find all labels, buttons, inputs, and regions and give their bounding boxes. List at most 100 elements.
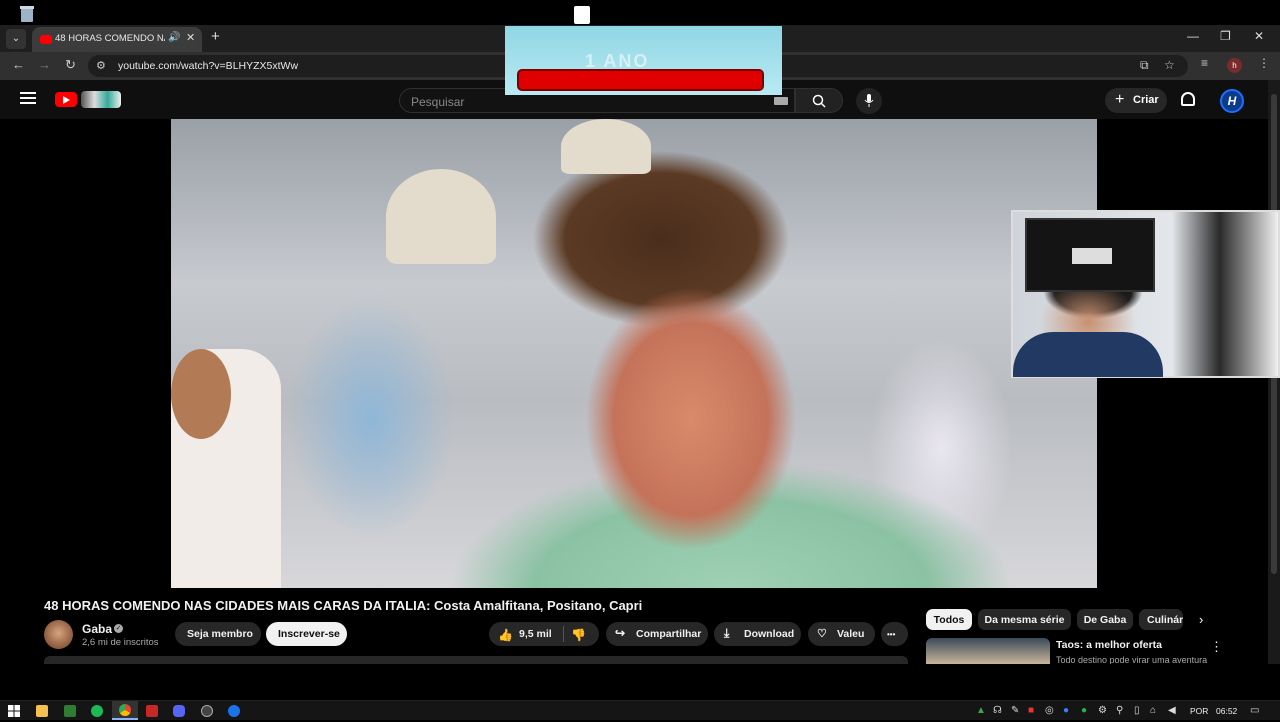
lamp-shade-right (561, 119, 651, 174)
windows-taskbar: ▲ ☊ ✎ ■ ◎ ● ● ⚙ ⚲ ▯ ⌂ ◀ POR 06:52 ▭ (0, 700, 1280, 720)
webcam-overlay (1011, 210, 1280, 378)
more-actions-button[interactable]: ••• (881, 622, 908, 646)
voice-search-button[interactable] (856, 88, 882, 114)
chip-from-channel-label: De Gaba (1083, 614, 1127, 626)
browser-tab-active[interactable]: 48 HORAS COMENDO NAS CIDADES MAIS CARAS … (32, 27, 202, 52)
share-label: Compartilhar (636, 628, 702, 640)
new-tab-button[interactable]: + (211, 28, 220, 45)
video-frame[interactable] (171, 119, 1097, 588)
user-avatar[interactable]: H (1220, 89, 1244, 113)
subscribe-button[interactable]: Inscrever-se (266, 622, 347, 646)
profile-avatar[interactable]: h (1227, 58, 1242, 73)
notification-center-icon[interactable]: ▭ (1250, 705, 1259, 716)
thumbs-up-icon[interactable]: 👍 (498, 628, 513, 642)
thanks-label: Valeu (837, 628, 865, 640)
tab-close-icon[interactable]: ✕ (186, 31, 195, 44)
discord-icon[interactable] (173, 705, 185, 717)
tray-nvidia-icon[interactable]: ▲ (976, 705, 986, 716)
tray-volume-icon[interactable]: ◀ (1168, 705, 1176, 716)
microphone-icon (864, 94, 874, 107)
tv-screen (1072, 248, 1112, 264)
like-count[interactable]: 9,5 mil (519, 628, 552, 640)
channel-name[interactable]: Gaba (82, 622, 112, 636)
thumbs-down-icon[interactable]: 👎 (571, 628, 586, 642)
youtube-favicon-icon (40, 35, 52, 44)
keyboard-icon[interactable] (774, 97, 788, 105)
video-title: 48 HORAS COMENDO NAS CIDADES MAIS CARAS … (44, 598, 643, 613)
search-button[interactable] (795, 88, 843, 113)
speaker-icon[interactable]: 🔊 (168, 32, 180, 43)
share-arrow-icon: ↪ (615, 626, 626, 640)
join-member-button[interactable]: Seja membro (175, 622, 261, 646)
back-arrow-icon[interactable]: ← (12, 57, 25, 72)
youtube-logo-icon[interactable] (55, 92, 77, 107)
tray-globe-icon[interactable]: ◎ (1045, 705, 1054, 716)
video-player[interactable] (0, 119, 1280, 588)
face-left (171, 349, 231, 439)
verified-check-icon: ✓ (114, 624, 123, 633)
spotify-icon[interactable] (91, 705, 103, 717)
join-member-label: Seja membro (187, 628, 253, 640)
tray-network-icon[interactable]: ⌂ (1150, 705, 1156, 716)
minimize-button[interactable]: — (1187, 29, 1199, 43)
windows-start-icon[interactable] (8, 704, 20, 722)
chevron-right-icon[interactable]: › (1199, 612, 1203, 627)
app-green-icon[interactable] (64, 705, 76, 717)
download-label: Download (744, 628, 795, 640)
bookmark-star-icon[interactable]: ☆ (1164, 58, 1175, 72)
close-window-button[interactable]: ✕ (1254, 29, 1264, 43)
recycle-bin-icon[interactable] (17, 5, 37, 23)
channel-avatar[interactable] (44, 620, 73, 649)
cast-icon[interactable]: ⧉ (1140, 58, 1149, 73)
more-dots-icon: ••• (887, 630, 896, 639)
create-label: Criar (1133, 94, 1159, 106)
tab-search-chevron-icon[interactable]: ⌄ (6, 29, 26, 49)
site-info-icon[interactable]: ⚙ (96, 59, 106, 72)
create-button[interactable]: + Criar (1105, 88, 1167, 113)
browser-menu-icon[interactable]: ⋮ (1258, 56, 1270, 70)
app-red-icon[interactable] (146, 705, 158, 717)
plus-icon: + (1115, 91, 1125, 108)
subscribe-label: Inscrever-se (278, 628, 340, 640)
app-blue-icon[interactable] (228, 705, 240, 717)
subscriber-count: 2,6 mi de inscritos (82, 637, 159, 648)
tray-headset-icon[interactable]: ☊ (993, 705, 1002, 716)
chip-culinary-label: Culinária (1147, 614, 1183, 626)
tray-battery-icon[interactable]: ▯ (1134, 705, 1140, 716)
chrome-taskbar-active[interactable] (112, 701, 138, 720)
clock[interactable]: 06:52 (1216, 706, 1237, 716)
chip-same-series-label: Da mesma série (984, 614, 1065, 626)
tray-spotify-icon[interactable]: ● (1081, 705, 1087, 716)
forward-arrow-icon[interactable]: → (38, 57, 51, 72)
media-controls-icon[interactable]: ≡ (1201, 56, 1208, 70)
chip-from-channel[interactable]: De Gaba (1077, 609, 1133, 630)
chip-culinary[interactable]: Culinária (1139, 609, 1183, 630)
description-box[interactable] (44, 656, 908, 664)
thanks-button[interactable]: ♡ Valeu (808, 622, 875, 646)
tray-tool-icon[interactable]: ✎ (1011, 705, 1019, 716)
chip-all[interactable]: Todos (926, 609, 972, 630)
music-app-icon[interactable] (574, 6, 590, 24)
super-thanks-icon: ♡ (817, 628, 827, 640)
tray-steam-icon[interactable]: ● (1063, 705, 1069, 716)
suggestion-title[interactable]: Taos: a melhor oferta (1056, 639, 1162, 651)
suggestion-menu-icon[interactable]: ⋮ (1210, 639, 1223, 655)
input-language[interactable]: POR (1190, 706, 1208, 716)
tray-settings-icon[interactable]: ⚙ (1098, 705, 1107, 716)
lamp-shade-left (386, 169, 496, 264)
tray-mic-icon[interactable]: ⚲ (1116, 705, 1123, 716)
notifications-bell-icon[interactable] (1181, 92, 1195, 106)
youtube-doodle-logo[interactable] (81, 91, 121, 108)
menu-hamburger-icon[interactable] (20, 92, 36, 104)
url-text[interactable]: youtube.com/watch?v=BLHYZX5xtWw (118, 60, 298, 72)
reload-icon[interactable]: ↻ (65, 57, 76, 73)
download-button[interactable]: ⤓ Download (714, 622, 801, 646)
file-explorer-icon[interactable] (36, 705, 48, 717)
tab-title: 48 HORAS COMENDO NAS CIDADES MAIS CARAS … (55, 33, 165, 44)
chip-same-series[interactable]: Da mesma série (978, 609, 1071, 630)
obs-icon[interactable] (201, 705, 213, 717)
suggestion-thumbnail[interactable] (926, 638, 1050, 664)
maximize-button[interactable]: ❐ (1220, 29, 1231, 43)
share-button[interactable]: ↪ Compartilhar (606, 622, 708, 646)
tray-red-icon[interactable]: ■ (1028, 705, 1034, 716)
